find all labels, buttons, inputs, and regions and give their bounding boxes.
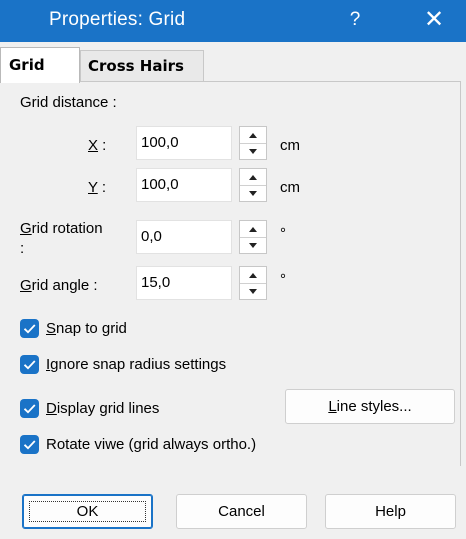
- grid-rotation-label-colon: :: [20, 240, 25, 257]
- grid-angle-label: Grid angle :: [20, 277, 98, 294]
- help-button[interactable]: Help: [325, 494, 456, 529]
- tab-strip: Grid Cross Hairs: [0, 47, 466, 83]
- tab-grid[interactable]: Grid: [0, 47, 80, 83]
- x-unit-label: cm: [280, 137, 300, 154]
- grid-angle-spinner[interactable]: [239, 266, 267, 300]
- checkbox-checked-icon[interactable]: [20, 399, 39, 418]
- help-icon[interactable]: ?: [340, 0, 370, 40]
- y-distance-input[interactable]: 100,0: [136, 168, 232, 202]
- spin-down-icon[interactable]: [240, 143, 266, 159]
- grid-rotation-input[interactable]: 0,0: [136, 220, 232, 254]
- grid-angle-input[interactable]: 15,0: [136, 266, 232, 300]
- grid-rotation-unit: °: [280, 225, 286, 242]
- grid-rotation-label: Grid rotation: [20, 220, 103, 237]
- cancel-button[interactable]: Cancel: [176, 494, 307, 529]
- rotate-view-label: Rotate viwe (grid always ortho.): [46, 436, 257, 453]
- spin-down-icon[interactable]: [240, 185, 266, 201]
- y-distance-spinner[interactable]: [239, 168, 267, 202]
- tab-cross-hairs[interactable]: Cross Hairs: [80, 50, 204, 81]
- y-unit-label: cm: [280, 179, 300, 196]
- y-label: Y :: [88, 179, 107, 196]
- x-label: X :: [88, 137, 107, 154]
- spin-up-icon[interactable]: [240, 221, 266, 238]
- dialog-footer: OK Cancel Help: [0, 466, 466, 539]
- spin-down-icon[interactable]: [240, 237, 266, 253]
- ok-button[interactable]: OK: [22, 494, 153, 529]
- line-styles-button[interactable]: Line styles...: [285, 389, 455, 424]
- display-grid-lines-label: Display grid lines: [46, 400, 160, 417]
- checkbox-checked-icon[interactable]: [20, 435, 39, 454]
- ignore-snap-radius-label: Ignore snap radius settings: [46, 356, 227, 373]
- grid-distance-label: Grid distance :: [20, 94, 117, 111]
- close-icon[interactable]: ✕: [414, 0, 454, 40]
- window-title: Properties: Grid: [49, 9, 186, 30]
- spin-up-icon[interactable]: [240, 267, 266, 284]
- x-distance-input[interactable]: 100,0: [136, 126, 232, 160]
- spin-up-icon[interactable]: [240, 127, 266, 144]
- spin-up-icon[interactable]: [240, 169, 266, 186]
- title-bar: Properties: Grid ? ✕: [0, 0, 466, 42]
- grid-rotation-spinner[interactable]: [239, 220, 267, 254]
- x-distance-spinner[interactable]: [239, 126, 267, 160]
- snap-to-grid-label: Snap to grid: [46, 320, 127, 337]
- checkbox-checked-icon[interactable]: [20, 355, 39, 374]
- checkbox-checked-icon[interactable]: [20, 319, 39, 338]
- grid-angle-unit: °: [280, 271, 286, 288]
- spin-down-icon[interactable]: [240, 283, 266, 299]
- grid-tab-panel: Grid distance : X : 100,0 cm Y : 100,0 c…: [0, 81, 461, 466]
